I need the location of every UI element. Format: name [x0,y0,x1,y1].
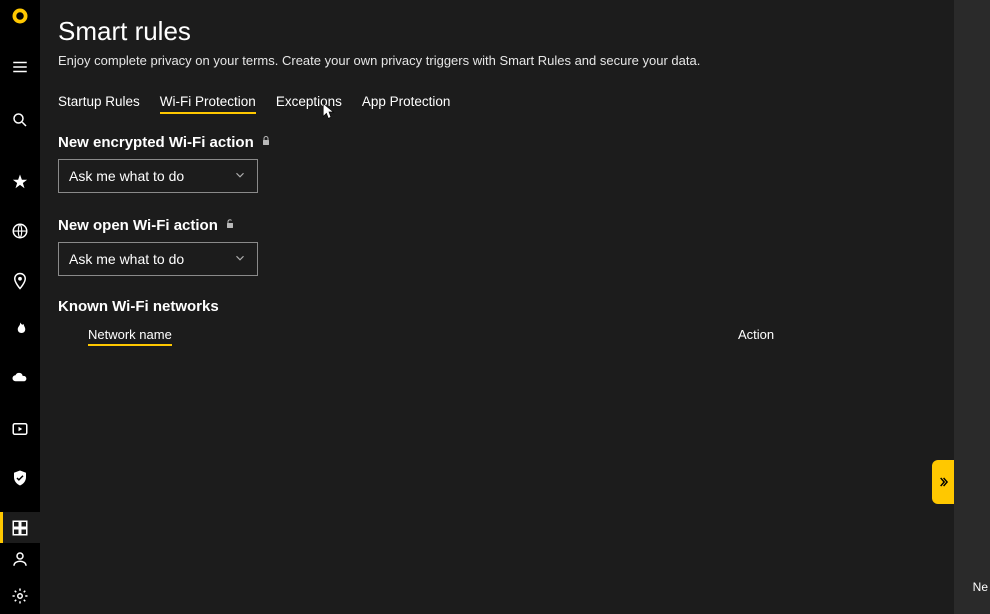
rules-icon[interactable] [0,512,40,543]
unlock-icon [224,217,236,234]
page-subtitle: Enjoy complete privacy on your terms. Cr… [58,53,934,68]
tab-startup-rules[interactable]: Startup Rules [58,94,140,114]
app-logo [0,0,40,31]
right-strip: Ne [954,0,990,614]
open-wifi-label: New open Wi-Fi action [58,217,934,234]
encrypted-wifi-value: Ask me what to do [69,168,184,184]
shield-icon[interactable] [0,463,40,494]
search-icon[interactable] [0,105,40,136]
open-wifi-select[interactable]: Ask me what to do [58,242,258,276]
gear-icon[interactable] [0,581,40,612]
user-icon[interactable] [0,543,40,574]
column-network-name[interactable]: Network name [88,327,172,346]
tab-wifi-protection[interactable]: Wi-Fi Protection [160,94,256,114]
known-wifi-heading: Known Wi-Fi networks [58,298,934,315]
chevron-down-icon [233,251,247,268]
tab-app-protection[interactable]: App Protection [362,94,451,114]
open-wifi-label-text: New open Wi-Fi action [58,217,218,234]
expand-panel-button[interactable] [932,460,954,504]
star-icon[interactable] [0,166,40,197]
fire-icon[interactable] [0,314,40,345]
sidebar [0,0,40,614]
chevron-down-icon [233,168,247,185]
tab-exceptions[interactable]: Exceptions [276,94,342,114]
tabs: Startup Rules Wi-Fi Protection Exception… [58,94,934,114]
encrypted-wifi-select[interactable]: Ask me what to do [58,159,258,193]
open-wifi-value: Ask me what to do [69,251,184,267]
table-header: Network name Action [58,327,934,346]
right-strip-text: Ne [973,580,988,594]
menu-icon[interactable] [0,51,40,82]
cloud-icon[interactable] [0,364,40,395]
lock-icon [260,134,272,151]
globe-icon[interactable] [0,216,40,247]
play-icon[interactable] [0,413,40,444]
main-content: Smart rules Enjoy complete privacy on yo… [40,0,954,614]
encrypted-wifi-label: New encrypted Wi-Fi action [58,134,934,151]
location-icon[interactable] [0,265,40,296]
encrypted-wifi-label-text: New encrypted Wi-Fi action [58,134,254,151]
column-action: Action [738,327,774,342]
page-title: Smart rules [58,16,934,47]
